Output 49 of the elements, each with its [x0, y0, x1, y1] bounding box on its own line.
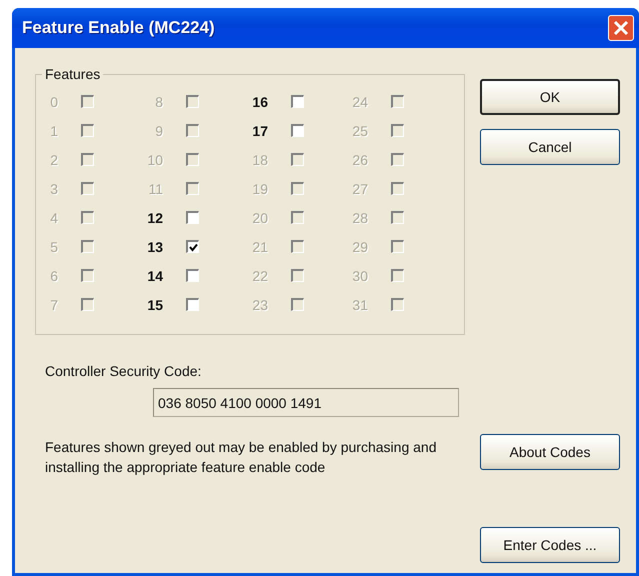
enter-codes-button[interactable]: Enter Codes ... [480, 527, 620, 563]
feature-number: 25 [351, 122, 368, 138]
feature-number: 14 [146, 268, 163, 284]
feature-number: 31 [351, 296, 368, 312]
group-title: Features [42, 66, 104, 82]
close-icon [613, 20, 629, 36]
feature-number: 6 [49, 268, 58, 284]
feature-number: 7 [49, 296, 58, 312]
feature-number: 29 [351, 238, 368, 254]
cancel-button[interactable]: Cancel [480, 129, 620, 165]
feature-number: 10 [146, 152, 163, 168]
feature-checkbox[interactable] [291, 95, 304, 108]
feature-number: 3 [49, 180, 58, 196]
feature-checkbox[interactable] [186, 211, 199, 224]
close-button[interactable] [608, 15, 634, 41]
about-codes-button[interactable]: About Codes [480, 434, 620, 470]
window-title: Feature Enable (MC224) [22, 18, 216, 38]
feature-number: 27 [351, 180, 368, 196]
feature-number: 2 [49, 152, 58, 168]
feature-checkbox[interactable] [186, 298, 199, 311]
info-text: Features shown greyed out may be enabled by purchasing and installing the appropriate feature enable code [45, 438, 438, 477]
feature-number: 15 [146, 296, 163, 312]
feature-number: 21 [251, 238, 268, 254]
feature-number: 16 [251, 94, 268, 110]
feature-number: 17 [251, 122, 268, 138]
feature-number: 12 [146, 210, 163, 226]
feature-number: 9 [154, 122, 163, 138]
feature-checkbox[interactable] [186, 269, 199, 282]
feature-number: 30 [351, 268, 368, 284]
feature-number: 13 [146, 238, 163, 254]
ok-button[interactable]: OK [480, 79, 620, 115]
feature-number: 0 [49, 94, 58, 110]
feature-number: 19 [251, 180, 268, 196]
feature-number: 4 [49, 210, 58, 226]
security-code-field[interactable]: 036 8050 4100 0000 1491 [153, 388, 459, 417]
feature-number: 18 [251, 152, 268, 168]
feature-number: 23 [251, 296, 268, 312]
feature-checkbox[interactable] [291, 124, 304, 137]
feature-number: 5 [49, 238, 58, 254]
feature-number: 1 [49, 122, 58, 138]
feature-number: 22 [251, 268, 268, 284]
feature-number: 24 [351, 94, 368, 110]
feature-number: 20 [251, 210, 268, 226]
feature-number: 8 [154, 94, 163, 110]
feature-checkbox[interactable] [186, 240, 199, 253]
security-code-label: Controller Security Code: [45, 363, 202, 379]
feature-number: 28 [351, 210, 368, 226]
feature-number: 26 [351, 152, 368, 168]
feature-number: 11 [147, 180, 163, 196]
